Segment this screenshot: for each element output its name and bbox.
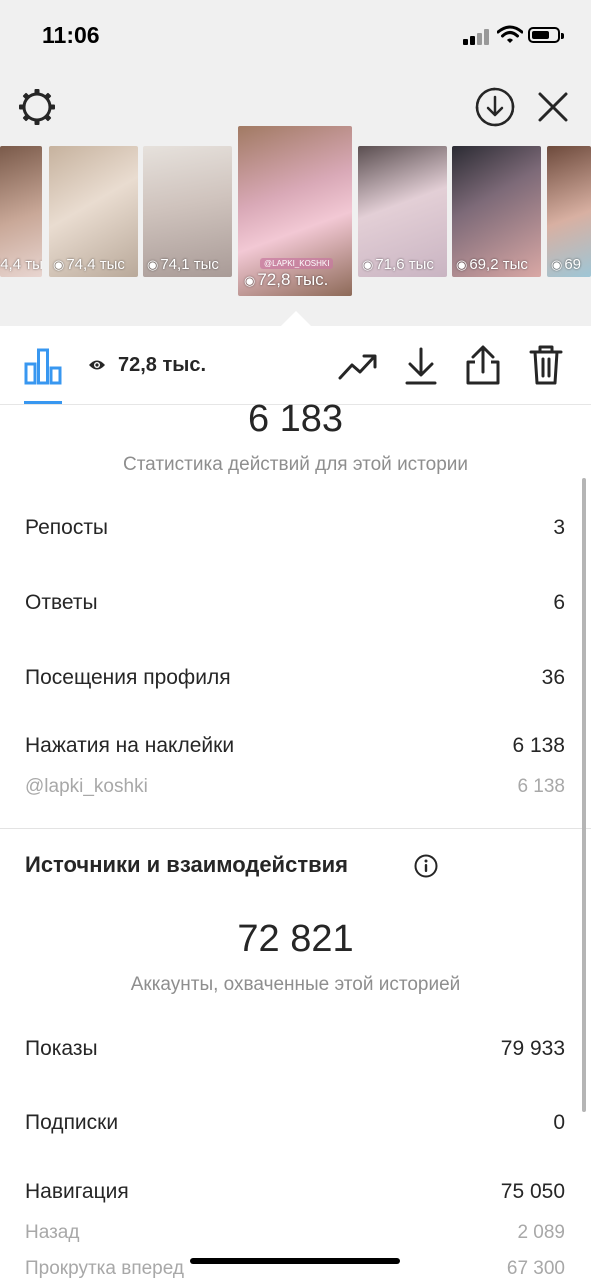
story-thumbnail[interactable]: ◉ 74,4 тыс <box>49 146 138 277</box>
navigation-label: Навигация <box>25 1180 129 1203</box>
story-thumbnail[interactable]: ◉ 74,1 тыс <box>143 146 232 277</box>
section-divider <box>0 828 591 829</box>
cellular-signal-icon <box>463 29 491 45</box>
trash-icon[interactable] <box>528 344 564 386</box>
battery-icon <box>528 27 564 43</box>
forward-value: 67 300 <box>506 1258 565 1279</box>
story-views: 74,1 тыс <box>160 256 219 273</box>
status-bar: 11:06 <box>0 0 591 72</box>
share-icon[interactable] <box>465 344 501 386</box>
scrollbar[interactable] <box>582 478 586 1112</box>
story-views-count: 72,8 тыс. <box>118 354 207 376</box>
reposts-value: 3 <box>553 516 565 539</box>
replies-value: 6 <box>553 591 565 614</box>
reposts-label: Репосты <box>25 516 109 539</box>
back-label: Назад <box>25 1222 80 1243</box>
sticker-taps-value: 6 138 <box>512 734 565 757</box>
reach-total: 72 821 <box>237 918 354 960</box>
interactions-total: 6 183 <box>247 398 344 440</box>
forward-label: Прокрутка вперед <box>25 1258 184 1279</box>
story-thumbnail[interactable]: ◉ 69,2 тыс <box>452 146 541 277</box>
selected-story-pointer <box>281 311 311 326</box>
impressions-label: Показы <box>25 1037 98 1060</box>
back-value: 2 089 <box>517 1222 565 1243</box>
interactions-caption: Статистика действий для этой истории <box>122 454 469 475</box>
discovery-section-title: Источники и взаимодействия <box>25 852 348 877</box>
info-icon[interactable] <box>414 854 438 878</box>
eye-icon: ◉ <box>147 257 159 272</box>
eye-icon: ◉ <box>362 257 374 272</box>
reach-caption: Аккаунты, охваченные этой историей <box>130 974 461 995</box>
gear-icon[interactable] <box>16 86 58 128</box>
wifi-icon <box>497 25 523 43</box>
story-thumbnail-selected[interactable]: @LAPKI_KOSHKI ◉ 72,8 тыс. <box>238 126 352 296</box>
home-indicator[interactable] <box>190 1258 400 1264</box>
story-views: 74,4 тыс <box>0 256 42 273</box>
eye-icon: ◉ <box>551 257 563 272</box>
sticker-label: @LAPKI_KOSHKI <box>260 258 334 269</box>
profile-visits-label: Посещения профиля <box>25 666 231 689</box>
download-icon[interactable] <box>404 346 438 386</box>
trending-icon[interactable] <box>338 350 378 382</box>
navigation-value: 75 050 <box>500 1180 565 1203</box>
insights-bar-chart-icon[interactable] <box>24 346 62 386</box>
story-thumbnails: ●74,4 тыс ◉74,4 тыс ◉74,1 тыс @LAPKI_KOS… <box>0 126 591 301</box>
story-thumbnail[interactable]: ◉ 69 <box>547 146 591 277</box>
follows-label: Подписки <box>25 1111 119 1134</box>
close-icon[interactable] <box>534 88 572 126</box>
eye-icon: ◉ <box>244 273 256 288</box>
story-views: 69,2 тыс <box>469 256 528 273</box>
story-thumbnail[interactable]: ◉ 71,6 тыс <box>358 146 447 277</box>
sticker-mention-label[interactable]: @lapki_koshki <box>25 776 148 798</box>
impressions-value: 79 933 <box>500 1037 565 1060</box>
replies-label: Ответы <box>25 591 98 614</box>
story-thumbnail[interactable]: ●74,4 тыс <box>0 146 42 277</box>
story-views: 72,8 тыс. <box>257 270 329 289</box>
eye-icon <box>89 360 105 370</box>
status-time: 11:06 <box>42 22 100 48</box>
eye-icon: ◉ <box>456 257 468 272</box>
story-views: 71,6 тыс <box>375 256 434 273</box>
sticker-mention-value: 6 138 <box>517 776 565 797</box>
download-circle-icon[interactable] <box>474 86 516 128</box>
story-views: 69 <box>564 256 582 273</box>
eye-icon: ◉ <box>53 257 65 272</box>
story-views: 74,4 тыс <box>66 256 125 273</box>
follows-value: 0 <box>553 1111 565 1134</box>
stories-header: 11:06 4,4 ты ◉ 74,4 тыс ◉ 74,1 тыс @LAPK… <box>0 0 591 326</box>
sticker-taps-label: Нажатия на наклейки <box>25 734 235 757</box>
profile-visits-value: 36 <box>541 666 565 689</box>
